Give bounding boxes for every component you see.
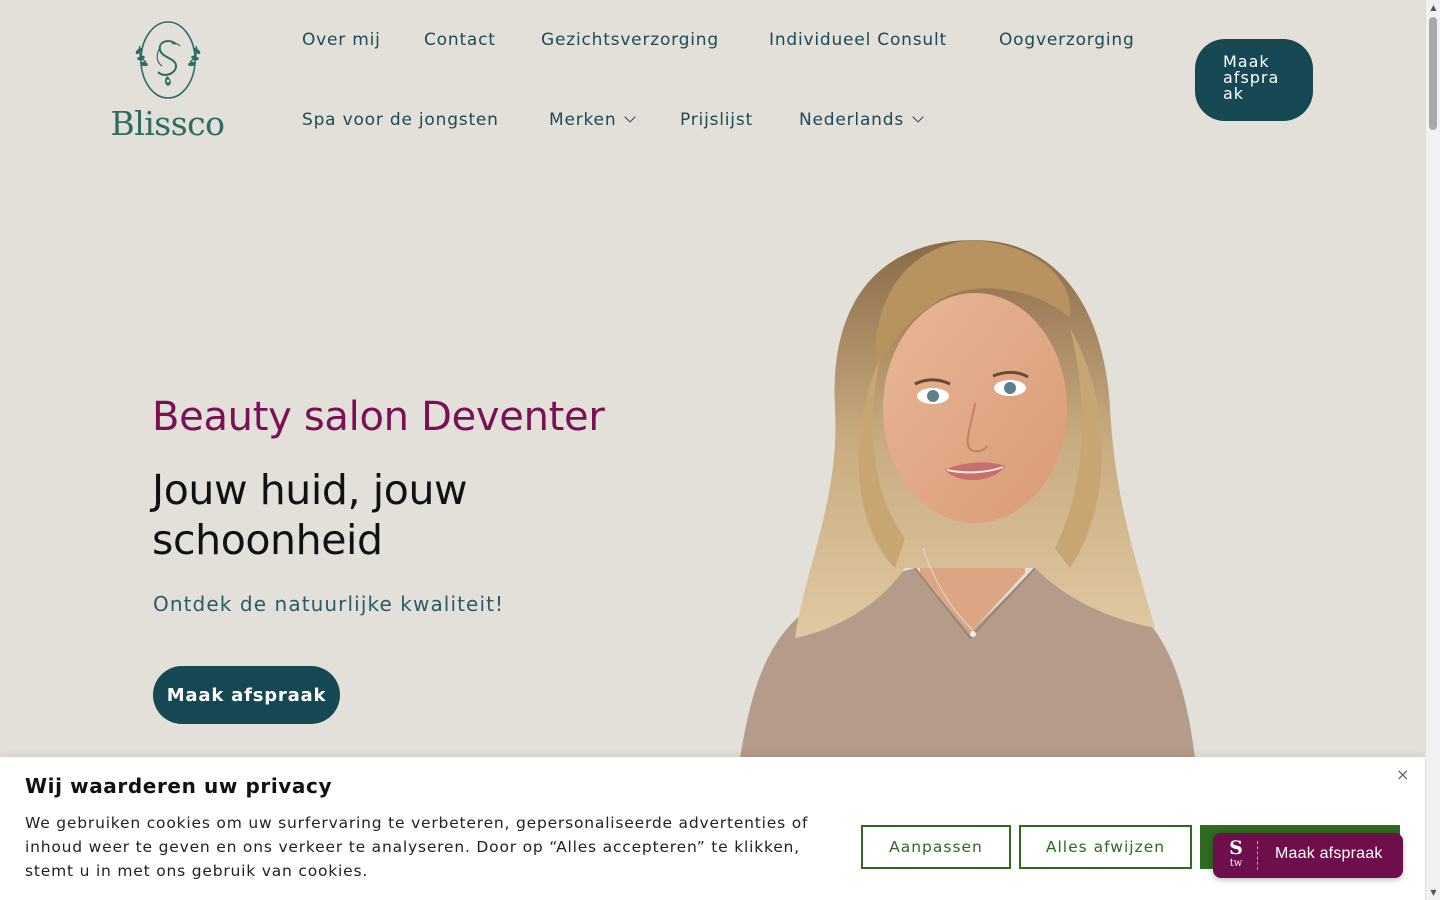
logo[interactable]: Blissco [110, 18, 225, 143]
page-scrollbar[interactable]: ▲ ▼ [1425, 0, 1440, 900]
logo-wordmark: Blissco [110, 104, 225, 143]
booking-widget-button[interactable]: S tw Maak afspraak [1213, 833, 1403, 878]
nav-item-individueel-consult[interactable]: Individueel Consult [769, 30, 947, 50]
scroll-thumb[interactable] [1429, 17, 1437, 130]
nav-label: Over mij [302, 30, 381, 50]
booking-logo-icon: S tw [1226, 839, 1246, 873]
nav-label: Individueel Consult [769, 30, 947, 50]
nav-label: Prijslijst [680, 110, 753, 130]
chevron-down-icon [624, 111, 637, 123]
booking-logo-s: S [1229, 837, 1243, 859]
cookie-reject-label: Alles afwijzen [1045, 838, 1166, 856]
hero-subtitle: Ontdek de natuurlijke kwaliteit! [153, 592, 505, 616]
scroll-down-arrow-icon[interactable]: ▼ [1426, 885, 1440, 900]
nav-label: Spa voor de jongsten [302, 110, 499, 130]
hero-portrait [740, 239, 1195, 758]
nav-item-gezichtsverzorging[interactable]: Gezichtsverzorging [541, 30, 719, 50]
logo-emblem-icon [135, 21, 201, 99]
cookie-customize-button[interactable]: Aanpassen [861, 825, 1011, 869]
cookie-reject-button[interactable]: Alles afwijzen [1019, 825, 1192, 869]
cookie-text: We gebruiken cookies om uw surfervaring … [25, 814, 809, 880]
nav-item-prijslijst[interactable]: Prijslijst [680, 110, 753, 130]
nav-label: Contact [424, 30, 496, 50]
nav-item-over-mij[interactable]: Over mij [302, 30, 381, 50]
close-icon[interactable]: × [1396, 765, 1409, 784]
nav-item-oogverzorging[interactable]: Oogverzorging [999, 30, 1135, 50]
nav-label: Oogverzorging [999, 30, 1135, 50]
nav-item-merken[interactable]: Merken [549, 110, 637, 130]
booking-logo-tw: tw [1229, 858, 1243, 869]
header-appointment-button[interactable]: Maak afspraak [1195, 39, 1313, 121]
nav-item-nederlands[interactable]: Nederlands [799, 110, 924, 130]
nav-label: Gezichtsverzorging [541, 30, 719, 50]
booking-label: Maak afspraak [1275, 845, 1383, 862]
scroll-up-arrow-icon[interactable]: ▲ [1426, 0, 1440, 15]
hero-title: Jouw huid, jouw schoonheid [152, 466, 468, 564]
header-appointment-label: Maak afspraak [1223, 52, 1280, 103]
cookie-banner: Wij waarderen uw privacy We gebruiken co… [0, 757, 1425, 900]
chevron-down-icon [912, 111, 924, 123]
cookie-title: Wij waarderen uw privacy [25, 774, 333, 798]
hero-kicker: Beauty salon Deventer [152, 394, 605, 440]
nav-label: Nederlands [799, 110, 904, 130]
booking-divider [1257, 841, 1258, 870]
nav-label: Merken [549, 110, 617, 130]
hero-appointment-button[interactable]: Maak afspraak [153, 666, 340, 724]
nav-item-spa-voor-de-jongsten[interactable]: Spa voor de jongsten [302, 110, 499, 130]
hero-appointment-label: Maak afspraak [166, 684, 327, 706]
nav-item-contact[interactable]: Contact [424, 30, 496, 50]
cookie-customize-label: Aanpassen [889, 838, 983, 856]
